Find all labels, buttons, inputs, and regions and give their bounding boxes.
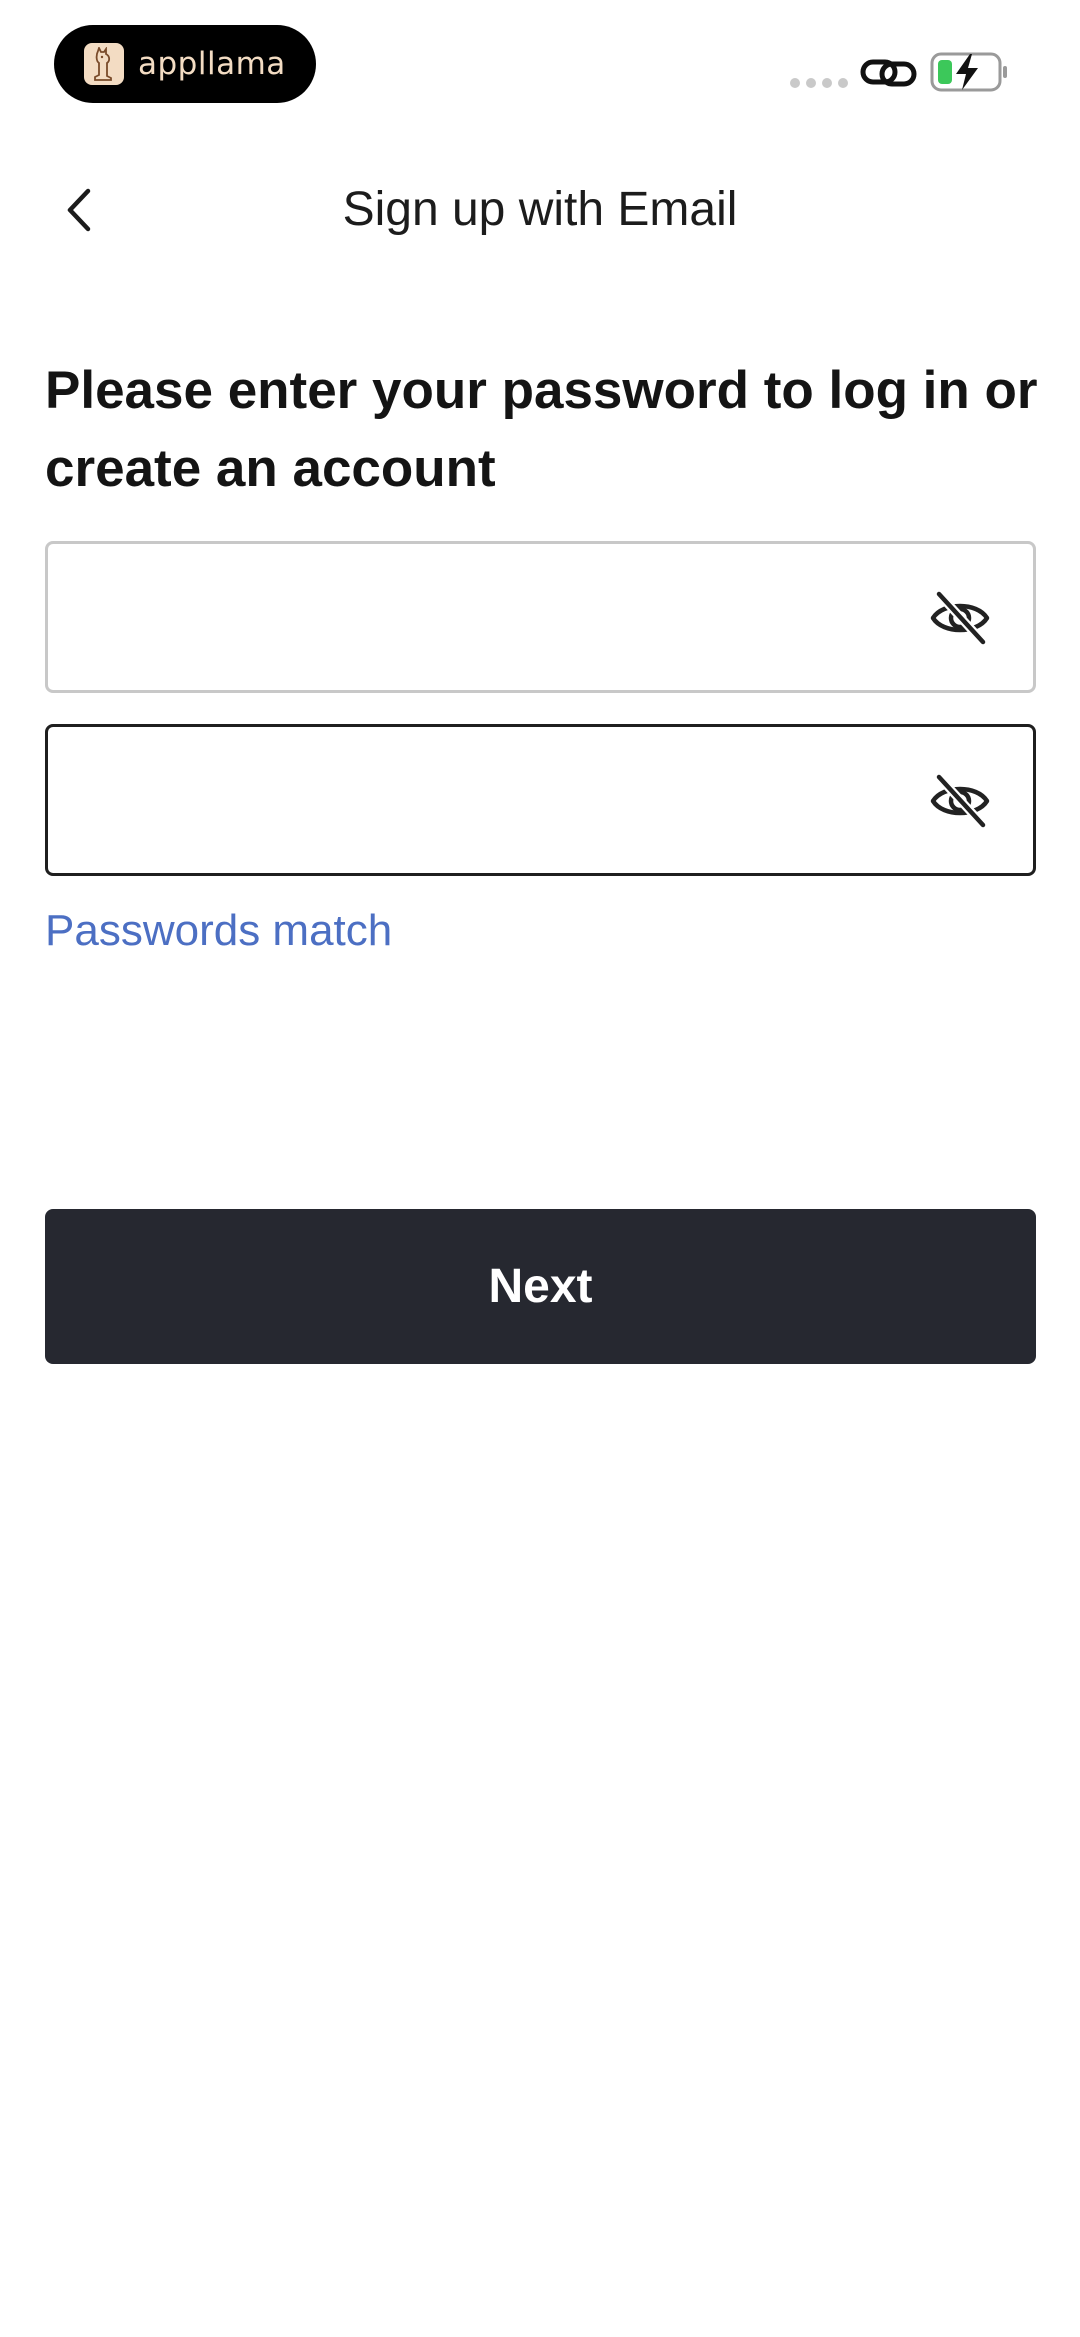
llama-logo-icon <box>84 43 124 85</box>
confirm-password-input[interactable] <box>78 727 922 875</box>
page-title: Sign up with Email <box>342 183 738 236</box>
brand-name: appllama <box>138 46 286 82</box>
back-button[interactable] <box>40 170 120 250</box>
status-bar: appllama <box>0 0 1080 130</box>
confirm-password-field[interactable] <box>45 724 1036 876</box>
password-field[interactable] <box>45 541 1036 693</box>
eye-off-icon[interactable] <box>929 771 991 831</box>
instruction-heading: Please enter your password to log in or … <box>45 361 1038 498</box>
app-brand-pill[interactable]: appllama <box>54 25 316 103</box>
signal-dots-icon <box>790 78 848 88</box>
next-button[interactable]: Next <box>45 1209 1036 1364</box>
chevron-left-icon <box>67 188 91 232</box>
password-input[interactable] <box>78 544 922 692</box>
battery-charging-icon <box>930 52 1007 92</box>
passwords-match-message: Passwords match <box>45 906 393 955</box>
eye-off-icon[interactable] <box>929 588 991 648</box>
link-icon <box>860 59 917 87</box>
header: Sign up with Email <box>0 160 1080 260</box>
